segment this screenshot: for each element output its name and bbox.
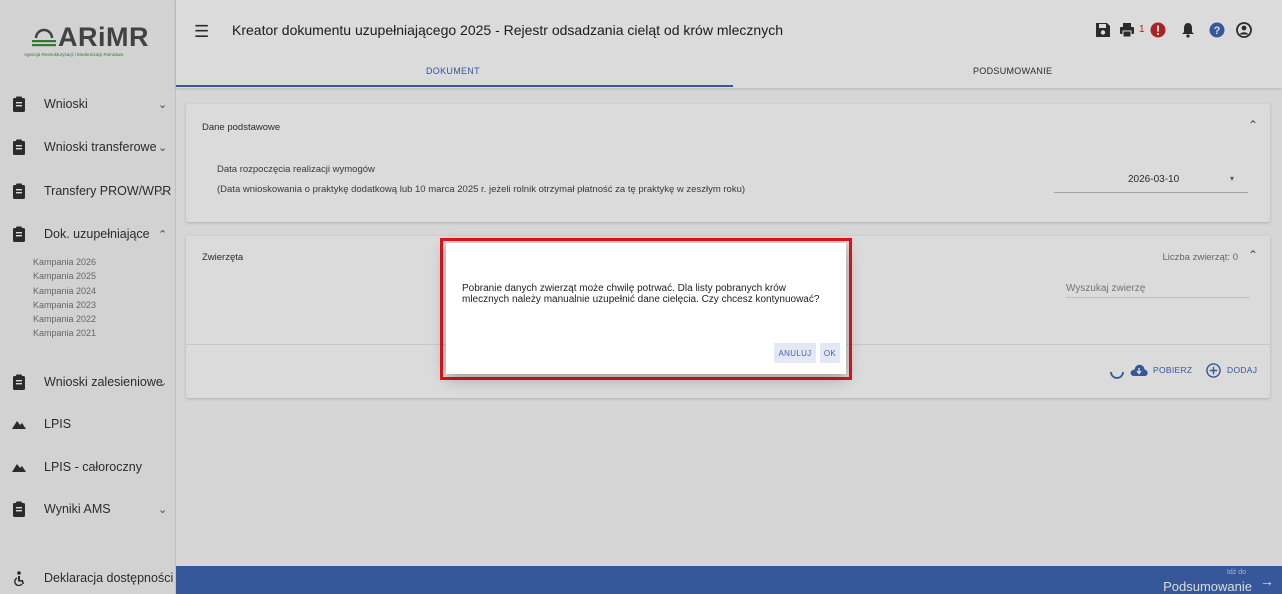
confirm-dialog: Pobranie danych zwierząt może chwilę pot… [446, 243, 846, 374]
cancel-button[interactable]: ANULUJ [774, 343, 816, 363]
ok-button[interactable]: OK [820, 343, 840, 363]
dialog-message: Pobranie danych zwierząt może chwilę pot… [462, 283, 820, 305]
